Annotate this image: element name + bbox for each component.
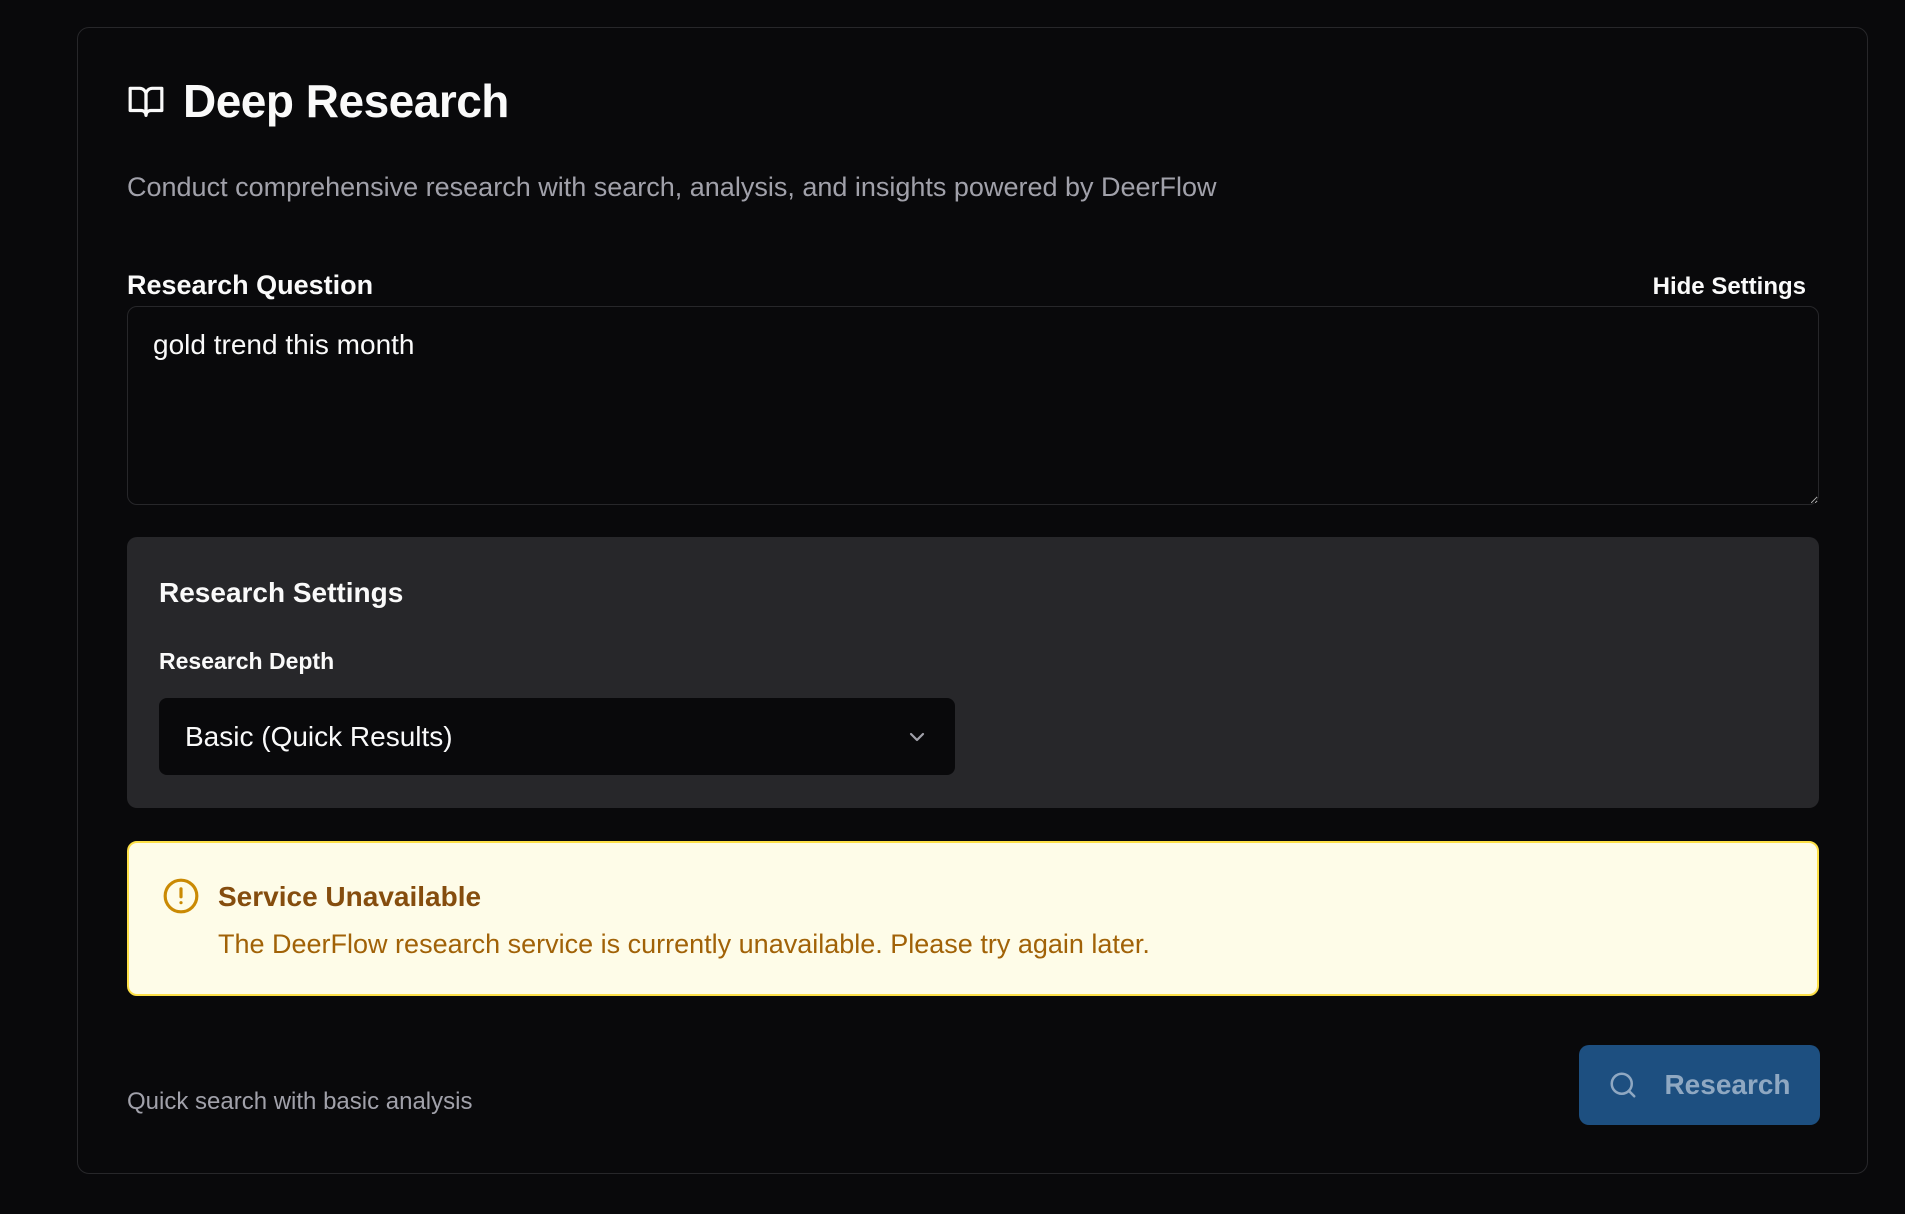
- research-depth-value: Basic (Quick Results): [185, 720, 453, 752]
- book-open-icon: [128, 86, 164, 117]
- header: Deep Research: [127, 78, 509, 124]
- deep-research-card: Deep Research Conduct comprehensive rese…: [77, 27, 1868, 1174]
- research-button-label: Research: [1664, 1069, 1791, 1100]
- service-unavailable-alert: Service Unavailable The DeerFlow researc…: [127, 841, 1819, 996]
- research-question-input[interactable]: [127, 306, 1819, 505]
- research-settings-panel: Research Settings Research Depth Basic (…: [127, 537, 1819, 808]
- search-icon: [1610, 1072, 1636, 1098]
- page-title: Deep Research: [183, 75, 509, 127]
- research-depth-select[interactable]: Basic (Quick Results): [159, 698, 955, 775]
- alert-message: The DeerFlow research service is current…: [218, 929, 1150, 959]
- alert-title: Service Unavailable: [218, 881, 482, 912]
- research-question-label: Research Question: [127, 270, 374, 300]
- research-settings-title: Research Settings: [159, 577, 404, 608]
- research-depth-label: Research Depth: [159, 648, 335, 674]
- page-subtitle: Conduct comprehensive research with sear…: [127, 172, 1217, 202]
- research-button[interactable]: Research: [1579, 1045, 1820, 1125]
- alert-circle-icon: [163, 878, 199, 914]
- hide-settings-button[interactable]: Hide Settings: [1653, 269, 1806, 305]
- depth-description: Quick search with basic analysis: [127, 1088, 473, 1115]
- chevron-down-icon: [909, 732, 925, 741]
